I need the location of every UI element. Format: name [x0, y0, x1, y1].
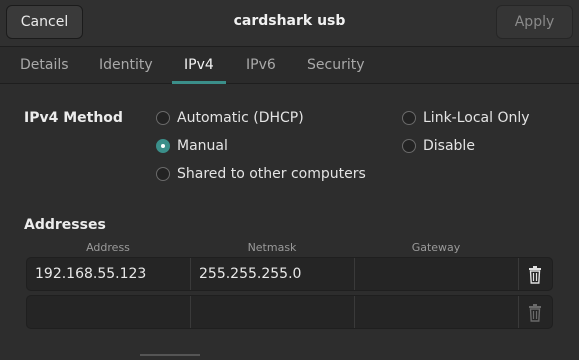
addresses-label: Addresses	[24, 217, 106, 233]
radio-manual[interactable]: Manual	[156, 138, 228, 154]
radio-shared[interactable]: Shared to other computers	[156, 166, 366, 182]
radio-label: Shared to other computers	[177, 166, 366, 182]
radio-label: Disable	[423, 138, 475, 154]
address-field[interactable]: 192.168.55.123	[27, 258, 191, 290]
ipv4-method-label: IPv4 Method	[24, 110, 123, 126]
radio-indicator	[156, 139, 170, 153]
radio-indicator	[402, 111, 416, 125]
radio-label: Automatic (DHCP)	[177, 110, 304, 126]
radio-indicator	[156, 111, 170, 125]
radio-label: Manual	[177, 138, 228, 154]
column-header-netmask: Netmask	[247, 241, 297, 254]
window-title: cardshark usb	[233, 13, 346, 29]
radio-label: Link-Local Only	[423, 110, 530, 126]
radio-automatic-dhcp[interactable]: Automatic (DHCP)	[156, 110, 304, 126]
address-row: 192.168.55.123 255.255.255.0	[26, 257, 553, 291]
address-field[interactable]	[27, 296, 191, 328]
netmask-field[interactable]: 255.255.255.0	[191, 258, 355, 290]
tab-bar: Details Identity IPv4 IPv6 Security	[0, 47, 579, 84]
gateway-field[interactable]	[355, 296, 519, 328]
tab-ipv6[interactable]: IPv6	[246, 47, 276, 83]
header-bar: Cancel cardshark usb Apply	[0, 0, 579, 47]
radio-indicator	[402, 139, 416, 153]
radio-link-local[interactable]: Link-Local Only	[402, 110, 530, 126]
column-header-address: Address	[86, 241, 130, 254]
tab-security[interactable]: Security	[307, 47, 365, 83]
address-row-empty	[26, 295, 553, 329]
tab-ipv4[interactable]: IPv4	[172, 47, 226, 84]
radio-disable[interactable]: Disable	[402, 138, 475, 154]
column-header-gateway: Gateway	[411, 241, 461, 254]
radio-indicator	[156, 167, 170, 181]
tab-details[interactable]: Details	[20, 47, 69, 83]
scroll-overflow-hint	[140, 354, 200, 356]
trash-icon[interactable]	[527, 266, 543, 284]
apply-button[interactable]: Apply	[496, 5, 573, 39]
trash-icon[interactable]	[527, 304, 543, 322]
netmask-field[interactable]	[191, 296, 355, 328]
tab-identity[interactable]: Identity	[99, 47, 153, 83]
gateway-field[interactable]	[355, 258, 519, 290]
